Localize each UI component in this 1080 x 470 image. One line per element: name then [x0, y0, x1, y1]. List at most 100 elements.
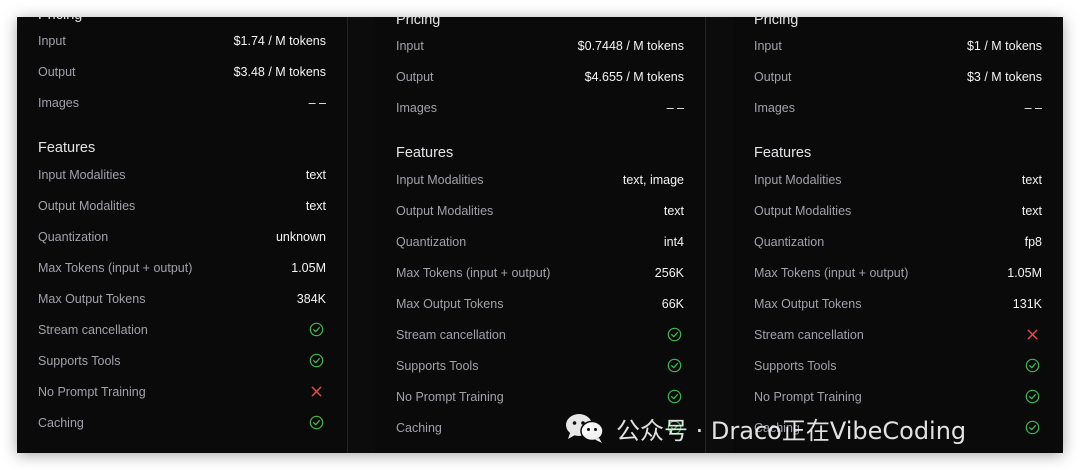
wechat-icon — [566, 414, 604, 443]
model-card-1: Pricing Input $1.74 / M tokens Output $3.48 … — [17, 17, 347, 453]
spec-label: Images — [396, 101, 437, 115]
spec-value: $3 / M tokens — [966, 70, 1042, 84]
spec-label: Images — [38, 96, 79, 110]
spec-value: – – — [1024, 101, 1042, 115]
spec-label: Input Modalities — [396, 173, 484, 187]
check-circle-icon — [667, 358, 682, 373]
spec-label: Input — [38, 34, 66, 48]
spec-row: Max Tokens (input + output) 1.05M — [754, 266, 1042, 286]
spec-label: Max Tokens (input + output) — [754, 266, 909, 280]
spec-label: Output — [754, 70, 792, 84]
spec-value: fp8 — [1024, 235, 1042, 249]
spec-label: Output — [38, 65, 76, 79]
pricing-heading: Pricing — [38, 17, 82, 23]
spec-value: $4.655 / M tokens — [584, 70, 684, 84]
spec-row: Max Tokens (input + output) 256K — [396, 266, 684, 286]
spec-row: Input Modalities text — [38, 168, 326, 188]
spec-label: Quantization — [396, 235, 467, 249]
spec-row: Input $1 / M tokens — [754, 39, 1042, 59]
spec-row: Input Modalities text — [754, 173, 1042, 193]
spec-row: Output Modalities text — [754, 204, 1042, 224]
model-card-2: Pricing Input $0.7448 / M tokens Output $4.6… — [375, 17, 705, 453]
column-divider — [705, 17, 706, 453]
spec-value: $3.48 / M tokens — [233, 65, 326, 79]
spec-row: Max Output Tokens 384K — [38, 292, 326, 312]
spec-value: 1.05M — [291, 261, 326, 275]
spec-value: – – — [308, 96, 326, 110]
spec-label: Max Output Tokens — [396, 297, 504, 311]
spec-row: Input Modalities text, image — [396, 173, 684, 193]
spec-label: Input Modalities — [38, 168, 126, 182]
spec-label: Output Modalities — [754, 204, 852, 218]
spec-value: 66K — [661, 297, 684, 311]
spec-value: – – — [666, 101, 684, 115]
check-circle-icon — [309, 415, 324, 430]
spec-value: int4 — [663, 235, 684, 249]
spec-row: Images – – — [396, 101, 684, 121]
spec-value: $1.74 / M tokens — [233, 34, 326, 48]
spec-label: Output Modalities — [38, 199, 136, 213]
spec-label: Max Tokens (input + output) — [38, 261, 193, 275]
spec-label: Max Output Tokens — [754, 297, 862, 311]
comparison-panel: Pricing Input $1.74 / M tokens Output $3.48 … — [17, 17, 1063, 453]
check-circle-icon — [1025, 389, 1040, 404]
x-icon — [311, 386, 322, 397]
spec-label: Caching — [396, 421, 442, 435]
spec-label: Stream cancellation — [396, 328, 506, 342]
spec-value: 384K — [296, 292, 326, 306]
spec-label: Images — [754, 101, 795, 115]
spec-label: Stream cancellation — [754, 328, 864, 342]
spec-label: No Prompt Training — [396, 390, 504, 404]
x-icon — [1027, 329, 1038, 340]
spec-label: Input Modalities — [754, 173, 842, 187]
spec-value: text — [1021, 173, 1042, 187]
spec-label: Max Tokens (input + output) — [396, 266, 551, 280]
spec-label: Output — [396, 70, 434, 84]
spec-row: Output Modalities text — [396, 204, 684, 224]
spec-row: Max Output Tokens 66K — [396, 297, 684, 317]
spec-value: $1 / M tokens — [966, 39, 1042, 53]
spec-row: Output $4.655 / M tokens — [396, 70, 684, 90]
spec-row: No Prompt Training — [396, 389, 684, 410]
watermark-text: 公众号 · Draco正在VibeCoding — [616, 416, 967, 445]
check-circle-icon — [667, 327, 682, 342]
spec-label: No Prompt Training — [754, 390, 862, 404]
spec-label: Supports Tools — [754, 359, 837, 373]
spec-value: text — [1021, 204, 1042, 218]
features-heading: Features — [38, 140, 96, 156]
spec-row: Quantization fp8 — [754, 235, 1042, 255]
spec-row: Images – – — [754, 101, 1042, 121]
spec-value: text, image — [622, 173, 684, 187]
spec-label: Output Modalities — [396, 204, 494, 218]
spec-label: Quantization — [38, 230, 109, 244]
spec-row: Supports Tools — [38, 353, 326, 374]
spec-row: Supports Tools — [754, 358, 1042, 379]
spec-row: Images – – — [38, 96, 326, 116]
check-circle-icon — [309, 353, 324, 368]
spec-row: Quantization unknown — [38, 230, 326, 250]
spec-value: 131K — [1012, 297, 1042, 311]
spec-row: Max Output Tokens 131K — [754, 297, 1042, 317]
spec-row: Caching — [38, 415, 326, 436]
spec-label: Supports Tools — [38, 354, 121, 368]
spec-row: No Prompt Training — [38, 385, 326, 405]
check-circle-icon — [1025, 358, 1040, 373]
spec-row: Input $1.74 / M tokens — [38, 34, 326, 54]
spec-label: Stream cancellation — [38, 323, 148, 337]
spec-row: Supports Tools — [396, 358, 684, 379]
spec-label: Input — [396, 39, 424, 53]
features-heading: Features — [754, 145, 812, 161]
watermark: 公众号 · Draco正在VibeCoding — [564, 410, 966, 446]
spec-label: Max Output Tokens — [38, 292, 146, 306]
pricing-heading: Pricing — [396, 17, 441, 28]
spec-row: Stream cancellation — [38, 322, 326, 343]
spec-row: Quantization int4 — [396, 235, 684, 255]
check-circle-icon — [1025, 420, 1040, 435]
spec-label: Quantization — [754, 235, 825, 249]
spec-value: unknown — [275, 230, 326, 244]
spec-row: Stream cancellation — [754, 328, 1042, 348]
column-divider — [347, 17, 348, 453]
spec-label: Input — [754, 39, 782, 53]
spec-value: text — [305, 199, 326, 213]
check-circle-icon — [309, 322, 324, 337]
